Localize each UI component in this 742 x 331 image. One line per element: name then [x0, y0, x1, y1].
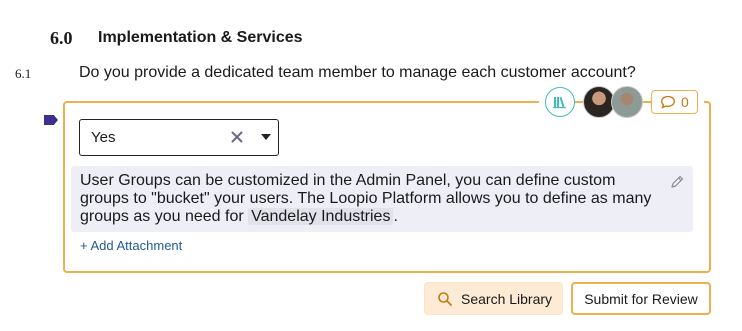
answer-toolbar: 0	[539, 84, 704, 120]
flag-icon	[44, 115, 58, 125]
answer-text: User Groups can be customized in the Adm…	[80, 172, 660, 226]
submit-for-review-button[interactable]: Submit for Review	[571, 282, 711, 315]
select-value: Yes	[91, 129, 116, 146]
toolbar-connector	[643, 101, 651, 103]
comment-count: 0	[681, 94, 689, 110]
comment-icon	[661, 95, 675, 109]
toolbar-connector	[575, 101, 583, 103]
avatar[interactable]	[611, 86, 643, 118]
library-books-icon-glyph	[553, 96, 566, 109]
section-title: Implementation & Services	[98, 29, 303, 46]
clear-icon[interactable]	[230, 129, 244, 145]
search-library-label: Search Library	[461, 290, 553, 307]
section-number: 6.0	[50, 28, 73, 48]
search-icon	[438, 291, 452, 306]
question-number: 6.1	[15, 66, 32, 81]
search-library-button[interactable]: Search Library	[424, 282, 563, 315]
customer-mention: Vandelay Industries	[248, 208, 394, 225]
pencil-icon[interactable]	[669, 174, 685, 190]
answer-text-part: .	[393, 208, 398, 225]
submit-for-review-label: Submit for Review	[584, 290, 698, 307]
question-text: Do you provide a dedicated team member t…	[79, 64, 636, 81]
answer-select[interactable]: Yes	[79, 119, 279, 156]
chevron-down-icon[interactable]	[261, 134, 271, 140]
answer-text-box[interactable]: User Groups can be customized in the Adm…	[71, 166, 693, 232]
library-books-icon[interactable]	[545, 87, 575, 117]
comments-button[interactable]: 0	[651, 90, 698, 114]
add-attachment-link[interactable]: + Add Attachment	[80, 238, 182, 253]
